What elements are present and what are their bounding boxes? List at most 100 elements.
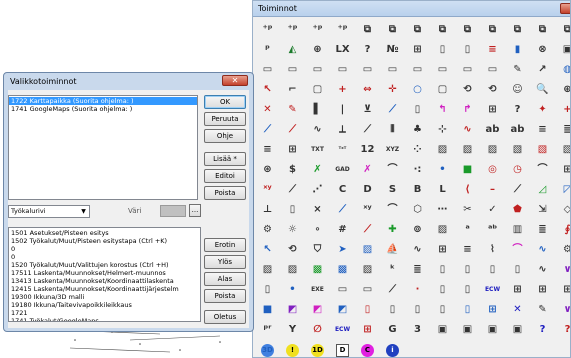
mask-icon[interactable]: ⊗ [530, 40, 555, 60]
hatch3-icon[interactable]: ▨ [480, 140, 505, 160]
c-icon[interactable]: C [330, 180, 355, 200]
sun-icon[interactable]: ☼ [280, 220, 305, 240]
blue-dot-icon[interactable]: • [430, 160, 455, 180]
grid7-icon[interactable]: ⊞ [555, 280, 570, 300]
hatch-icon[interactable]: ▨ [430, 140, 455, 160]
doc-arrow-icon[interactable]: ▯ [255, 280, 280, 300]
available-actions-list[interactable]: 1501 Asetukset/Pisteen esitys 1502 Työkal… [8, 227, 201, 322]
remove-button[interactable]: Poista [204, 289, 246, 303]
copy6-icon[interactable]: ⧉ [480, 20, 505, 40]
slash-icon[interactable]: ⟋ [380, 280, 405, 300]
list-item[interactable]: 0 [9, 253, 200, 261]
red-v-icon[interactable]: ⟨ [455, 180, 480, 200]
list-item[interactable]: 13413 Laskenta/Muunnokset/Koordinaattila… [9, 277, 200, 285]
frame7-icon[interactable]: ▭ [405, 60, 430, 80]
table-icon[interactable]: ≡ [480, 40, 505, 60]
pen-icon[interactable]: ✎ [280, 100, 305, 120]
ecw-icon[interactable]: ECW [480, 280, 505, 300]
curve-line-icon[interactable]: ⌒ [380, 200, 405, 220]
3d-icon[interactable]: 3D [255, 340, 280, 357]
stack-icon[interactable]: ≣ [555, 120, 570, 140]
doc7-icon[interactable]: ▯ [380, 300, 405, 320]
copy3-icon[interactable]: ⧉ [405, 20, 430, 40]
lock-icon[interactable]: ⊕ [305, 40, 330, 60]
list-item[interactable]: 19300 Ikkuna/3D malli [9, 293, 200, 301]
blue-sq-icon[interactable]: ■ [255, 300, 280, 320]
edit-button[interactable]: Editoi [204, 169, 246, 183]
move-down-button[interactable]: Alas [204, 272, 246, 286]
brush-icon[interactable]: ✎ [505, 60, 530, 80]
copy2-icon[interactable]: ⧉ [380, 20, 405, 40]
list-item[interactable]: 1741 Työkalut/GoogleMaps [9, 317, 200, 321]
wave4-icon[interactable]: ∿ [530, 260, 555, 280]
chevron-down-icon[interactable]: ▼ [78, 206, 89, 217]
help-icon[interactable]: ? [355, 40, 380, 60]
frame4-icon[interactable]: ▭ [330, 60, 355, 80]
hatch5-icon[interactable]: ▨ [255, 260, 280, 280]
y-icon[interactable]: Y [280, 320, 305, 340]
hatch4-icon[interactable]: ▨ [430, 220, 455, 240]
stack2-icon[interactable]: ≣ [530, 220, 555, 240]
network-icon[interactable]: ⊹ [430, 120, 455, 140]
red-cursor-icon[interactable]: ↖ [255, 80, 280, 100]
dot-icon[interactable]: ∘ [305, 220, 330, 240]
hash-icon[interactable]: # [330, 220, 355, 240]
point-new-icon[interactable]: ᵖ [255, 40, 280, 60]
toolbar-type-select[interactable]: Työkalurivi ▼ [8, 205, 90, 218]
image-icon[interactable]: ▨ [355, 240, 380, 260]
question-plus-icon[interactable]: ? [505, 100, 530, 120]
sq3-icon[interactable]: ▣ [480, 320, 505, 340]
v-icon[interactable]: ∨ [555, 300, 570, 320]
doc3-icon[interactable]: ▯ [455, 260, 480, 280]
star-plus-icon[interactable]: ✦ [530, 100, 555, 120]
document-icon[interactable]: ▯ [430, 40, 455, 60]
pink-icon[interactable]: ◩ [305, 300, 330, 320]
three-icon[interactable]: 3 [405, 320, 430, 340]
frame9-icon[interactable]: ▭ [455, 60, 480, 80]
dot-blue-icon[interactable]: • [280, 280, 305, 300]
frame8-icon[interactable]: ▭ [430, 60, 455, 80]
columns-icon[interactable]: ⦀ [380, 120, 405, 140]
grid-icon[interactable]: ⊞ [480, 100, 505, 120]
table2-icon[interactable]: ⊞ [480, 300, 505, 320]
point-edit-icon[interactable]: ⁺ᵖ [305, 20, 330, 40]
separator-button[interactable]: Erotin [204, 238, 246, 252]
color-picker-button[interactable]: ... [189, 204, 201, 217]
ecw2-icon[interactable]: ECW [330, 320, 355, 340]
ok-button[interactable]: OK [204, 95, 246, 109]
copy8-icon[interactable]: ⧉ [530, 20, 555, 40]
alert-icon[interactable]: ! [280, 340, 305, 357]
diag-blue-icon[interactable]: ⟋ [330, 200, 355, 220]
sq4-icon[interactable]: ▣ [505, 320, 530, 340]
point-move-icon[interactable]: ⁺ᵖ [330, 20, 355, 40]
hatch7-icon[interactable]: ▨ [355, 260, 380, 280]
k-icon[interactable]: ᵏ [380, 260, 405, 280]
list-item[interactable]: 12415 Laskenta/Muunnokset/Koordinaattijä… [9, 285, 200, 293]
rotate3-icon[interactable]: ⟲ [280, 240, 305, 260]
red-line-2-icon[interactable]: ⟋ [355, 220, 380, 240]
blue-doc2-icon[interactable]: ▯ [455, 300, 480, 320]
abc2-icon[interactable]: ab [505, 120, 530, 140]
stack3-icon[interactable]: ≣ [405, 260, 430, 280]
dashed-icon[interactable]: ⋰ [305, 180, 330, 200]
red-line-icon[interactable]: ⟋ [280, 120, 305, 140]
doc2-icon[interactable]: ▯ [430, 260, 455, 280]
list-item[interactable]: 1501 Asetukset/Pisteen esitys [9, 229, 200, 237]
bars-icon[interactable]: ▌ [305, 100, 330, 120]
list-item[interactable]: 1520 Työkalut/Muut/Valittujen korostus (… [9, 261, 200, 269]
doc5-icon[interactable]: ▯ [505, 260, 530, 280]
frame10-icon[interactable]: ▭ [480, 60, 505, 80]
frame2-icon[interactable]: ▭ [280, 60, 305, 80]
lines2-icon[interactable]: ≡ [455, 240, 480, 260]
selected-actions-list[interactable]: 1722 Karttapaikka (Suorita ohjelma: ) 17… [8, 95, 198, 200]
delete-button[interactable]: Poista [204, 186, 246, 200]
copy4-icon[interactable]: ⧉ [430, 20, 455, 40]
plus-icon[interactable]: + [330, 80, 355, 100]
txt2-icon[interactable]: ᵀˣᵀ [330, 140, 355, 160]
a-square-icon[interactable]: ᵃ [455, 220, 480, 240]
blue-arrow-icon[interactable]: ➤ [330, 240, 355, 260]
tree-icon[interactable]: ♣ [405, 120, 430, 140]
wave3-icon[interactable]: ∿ [405, 240, 430, 260]
help-button[interactable]: Ohje [204, 129, 246, 143]
swap-icon[interactable]: ⇔ [355, 80, 380, 100]
